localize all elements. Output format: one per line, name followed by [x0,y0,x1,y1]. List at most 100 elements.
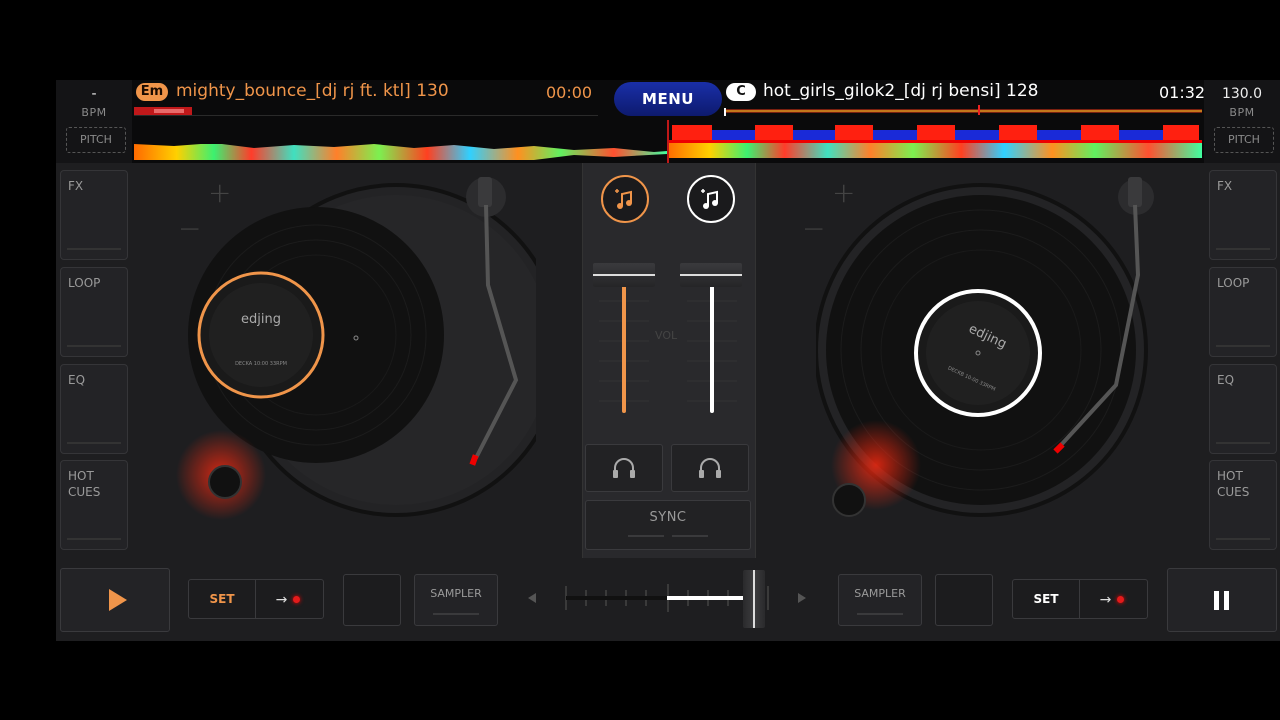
deck-b-volume-level [710,275,714,413]
deck-a-sampler-button[interactable]: SAMPLER [414,574,498,626]
deck-a-disabled-button [343,574,401,626]
deck-a-bpm-label: BPM [81,106,107,119]
deck-a-eq-pad[interactable]: EQ [60,364,128,454]
deck-a-fx-pad[interactable]: FX [60,170,128,260]
crossfader-right-arrow-icon[interactable] [798,593,806,603]
deck-a-turntable[interactable]: edjing DECKA 10:00 33RPM [176,175,536,535]
deck-b-hot-cues-pad[interactable]: HOT CUES [1209,460,1277,550]
deck-b-pitch-plus-icon[interactable]: + [832,176,855,209]
deck-b-time: 01:32 [1159,83,1206,102]
pause-icon [1214,591,1229,610]
pad-bar [1216,538,1270,540]
deck-a-time: 00:00 [546,83,593,102]
deck-b-eq-pad[interactable]: EQ [1209,364,1277,454]
deck-b-track-title: hot_girls_gilok2_[dj rj bensi] 128 [763,81,1039,101]
top-bar: - BPM PITCH Em mighty_bounce_[dj rj ft. … [56,80,1280,163]
pad-label: LOOP [1217,276,1250,290]
deck-b-loop-pad[interactable]: LOOP [1209,267,1277,357]
dj-app: - BPM PITCH Em mighty_bounce_[dj rj ft. … [56,80,1280,641]
deck-b-waveform[interactable] [667,122,1202,162]
pad-bar [1216,248,1270,250]
sync-label: SYNC [649,510,687,525]
deck-b-goto-cue-button[interactable]: → [1079,580,1145,618]
deck-b-pitch-minus-icon[interactable]: − [802,212,825,245]
pad-bar [67,345,121,347]
headphones-icon [699,458,721,478]
sampler-bar [857,613,903,615]
sampler-label: SAMPLER [430,587,482,600]
deck-a-vinyl[interactable]: edjing DECKA 10:00 33RPM [188,207,444,463]
deck-a-volume-level [622,275,626,413]
deck-b-bpm-value: 130.0 [1221,86,1263,102]
bottom-bar: SET → SAMPLER SAMPLER SET → [56,558,1280,641]
music-note-plus-icon [701,189,718,209]
deck-b-bpm-panel: 130.0 BPM PITCH [1204,80,1280,163]
deck-a-goto-cue-button[interactable]: → [255,580,321,618]
arrow-right-icon: → [275,592,288,608]
deck-b-volume-fader[interactable] [680,263,742,287]
deck-b-disabled-button [935,574,993,626]
deck-a-loop-pad[interactable]: LOOP [60,267,128,357]
deck-b-sampler-button[interactable]: SAMPLER [838,574,922,626]
deck-b-speed-knob[interactable] [832,483,866,517]
pad-label: HOT CUES [68,469,101,499]
crossfader-left-arrow-icon[interactable] [528,593,536,603]
pad-label: FX [68,179,84,193]
crossfader-handle[interactable] [742,570,765,628]
deck-a-pitch-button[interactable]: PITCH [66,127,126,153]
pad-label: EQ [68,373,86,387]
deck-b-key-badge: C [726,83,756,101]
crossfader [522,568,812,630]
deck-b-load-button[interactable] [687,175,735,223]
sync-button[interactable]: SYNC [585,500,751,550]
deck-b-pause-button[interactable] [1167,568,1277,632]
deck-a-bpm-panel: - BPM PITCH [56,80,132,163]
deck-a-volume-fader[interactable] [593,263,655,287]
deck-b-fx-pad[interactable]: FX [1209,170,1277,260]
deck-a-cue-group: SET → [188,579,324,619]
deck-a-speed-knob[interactable] [208,465,242,499]
deck-a-bpm-value: - [91,86,97,102]
sampler-label: SAMPLER [854,587,906,600]
deck-b-pitch-button[interactable]: PITCH [1214,127,1274,153]
play-icon [109,589,127,611]
crossfader-handle-line [752,570,755,628]
deck-a-load-button[interactable] [601,175,649,223]
headphones-icon [613,458,635,478]
sync-indicator-a [628,535,664,537]
sampler-bar [433,613,479,615]
deck-a-label-brand: edjing [241,312,281,327]
pad-bar [1216,345,1270,347]
deck-b-headphone-button[interactable] [671,444,749,492]
menu-button[interactable]: MENU [614,82,722,116]
record-dot-icon [293,596,301,603]
pad-label: LOOP [68,276,101,290]
deck-b-overview-waveform[interactable] [724,105,1202,117]
pad-label: EQ [1217,373,1235,387]
pad-bar [1216,442,1270,444]
deck-b-set-button[interactable]: SET [1013,580,1080,618]
crossfader-right-fill [667,596,754,600]
deck-a-pitch-minus-icon[interactable]: − [178,212,201,245]
pad-label: HOT CUES [1217,469,1250,499]
deck-a-track-title: mighty_bounce_[dj rj ft. ktl] 130 [176,81,449,101]
vol-label: VOL [655,329,678,342]
deck-a-set-button[interactable]: SET [189,580,256,618]
deck-b-bpm-label: BPM [1229,106,1255,119]
crossfader-left-fill [566,596,667,600]
deck-a-play-button[interactable] [60,568,170,632]
deck-b-cue-group: SET → [1012,579,1148,619]
deck-a-pitch-plus-icon[interactable]: + [208,176,231,209]
deck-a-label-small: DECKA 10:00 33RPM [235,361,287,367]
music-note-plus-icon [615,189,632,209]
deck-a-waveform[interactable] [134,140,667,162]
deck-a-headphone-button[interactable] [585,444,663,492]
deck-a-hot-cues-pad[interactable]: HOT CUES [60,460,128,550]
pad-bar [67,538,121,540]
deck-b-turntable[interactable]: edjing DECKB 10:00 33RPM [816,175,1156,535]
pad-label: FX [1217,179,1233,193]
playhead-marker [667,120,669,163]
arrow-right-icon: → [1099,592,1112,608]
pad-bar [67,442,121,444]
deck-a-overview-waveform[interactable] [134,107,598,117]
